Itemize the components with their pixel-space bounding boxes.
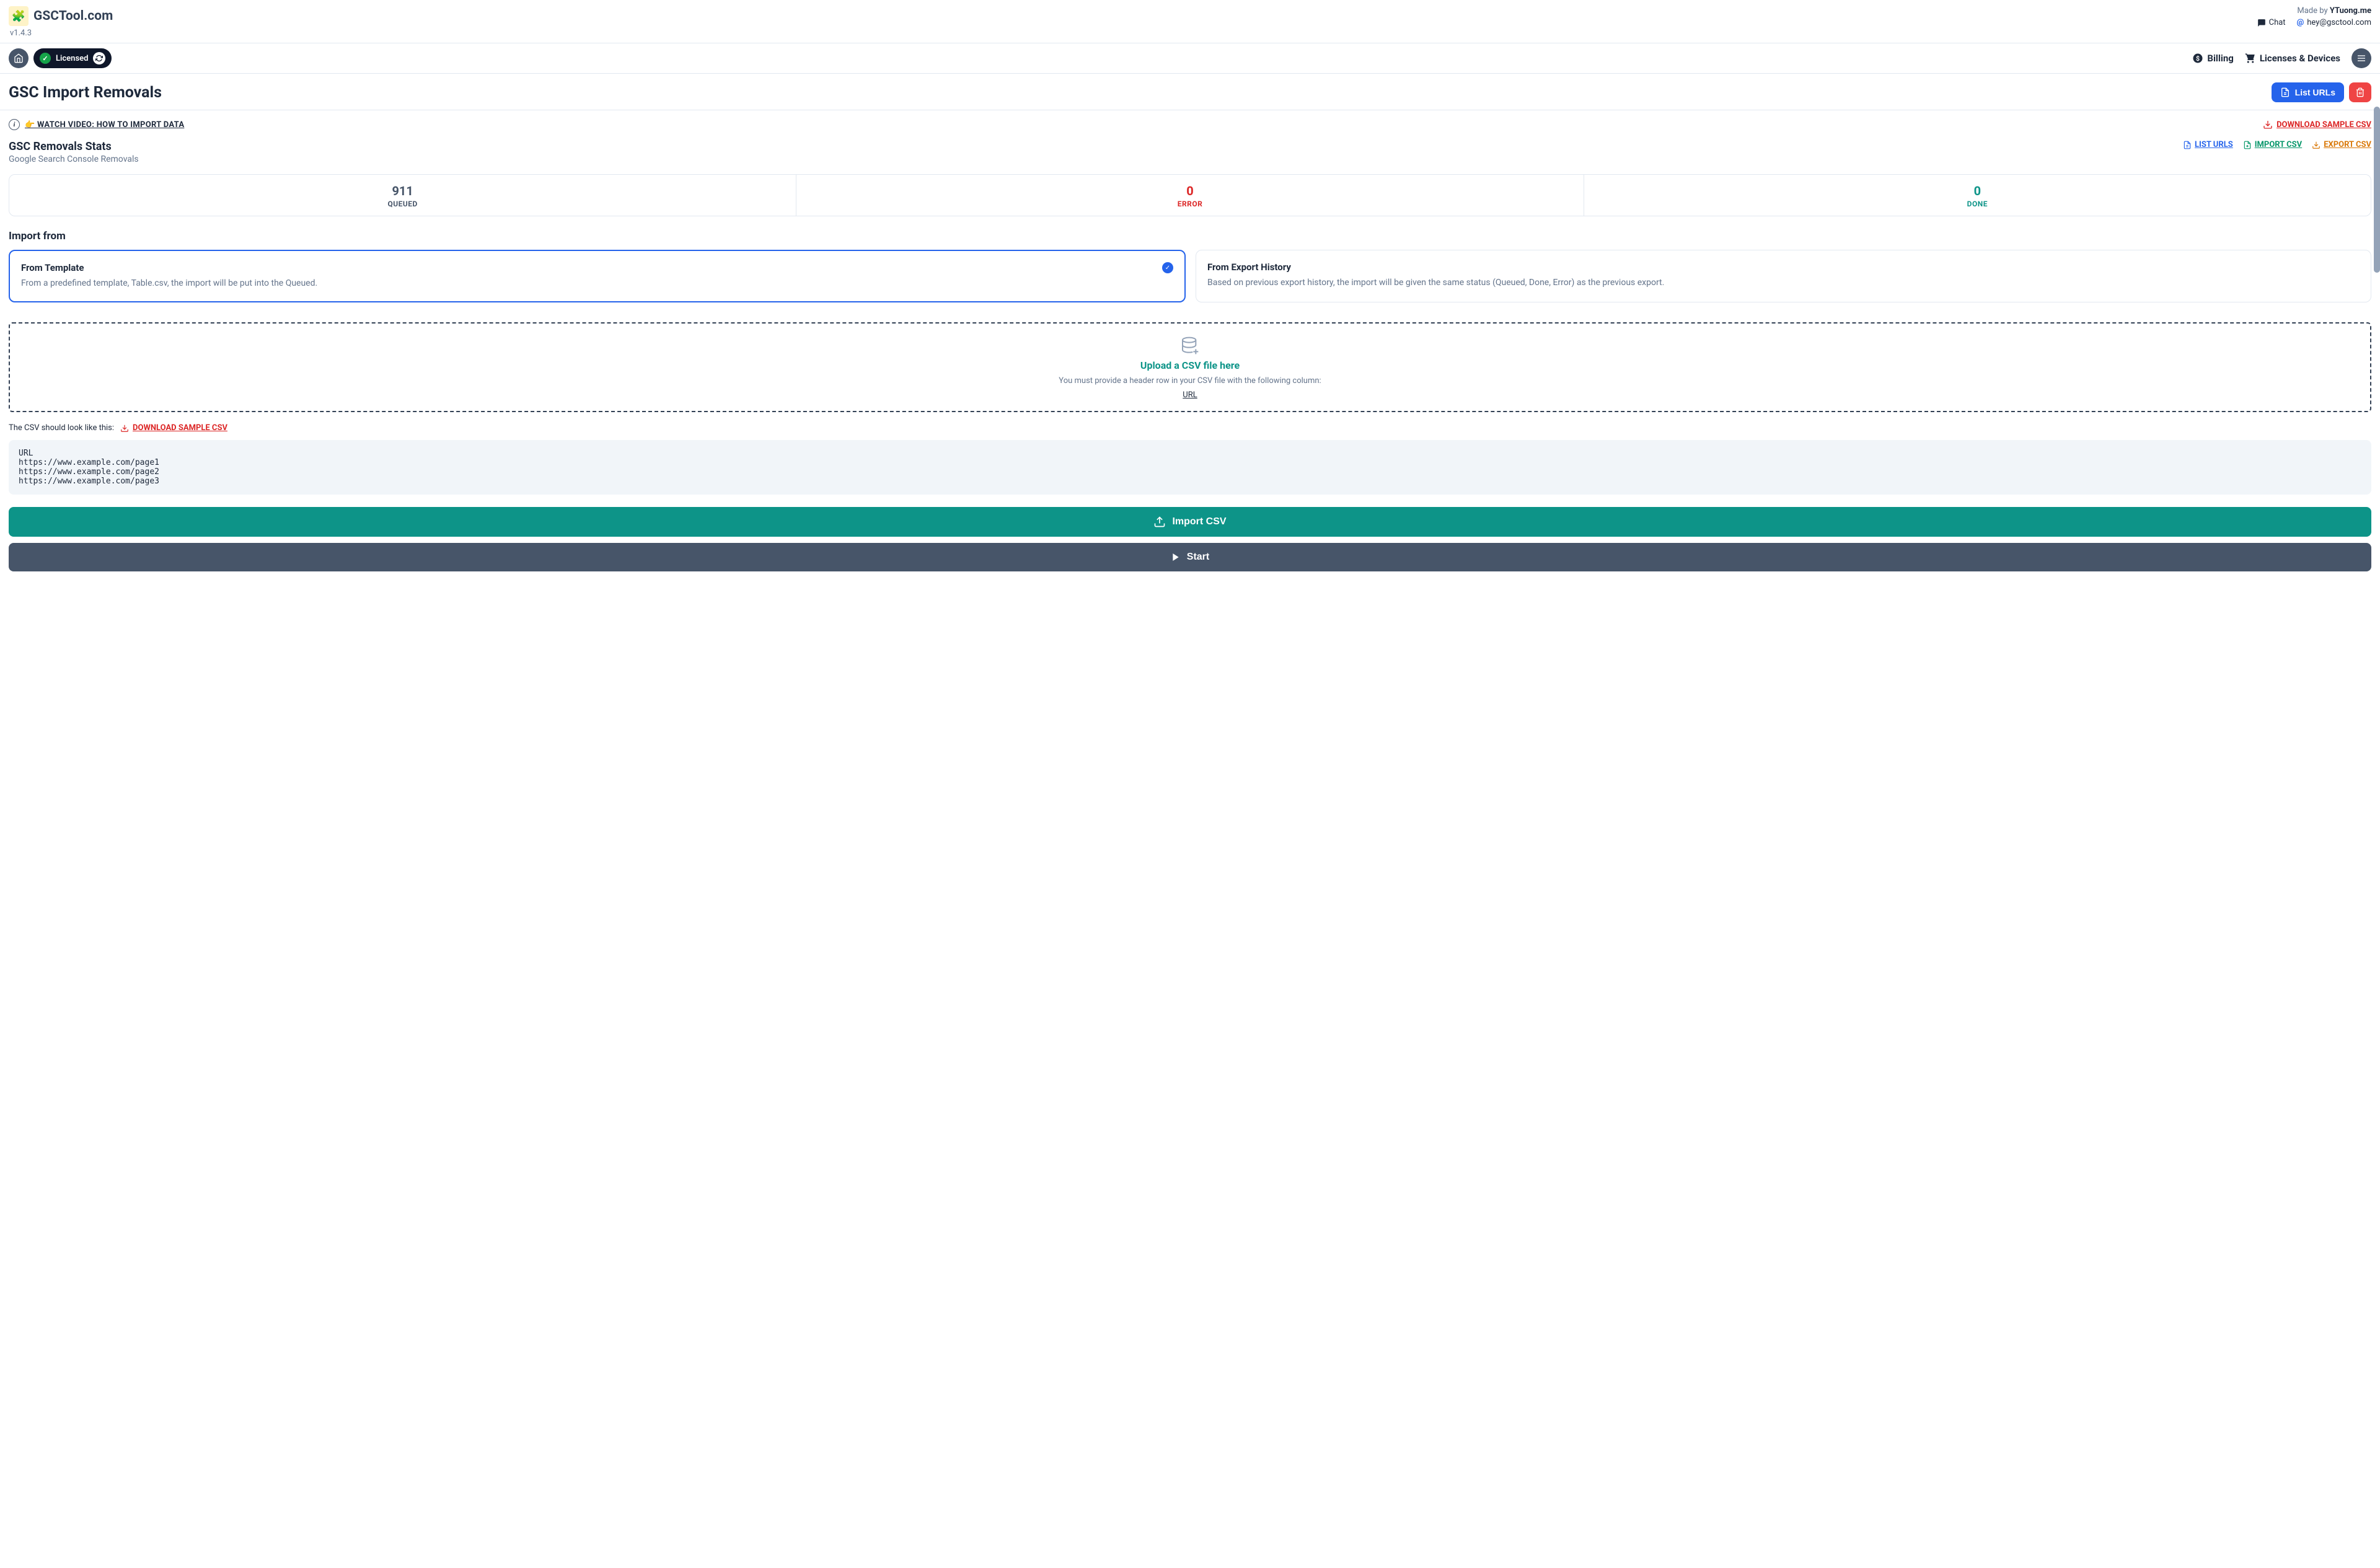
- home-icon: [14, 53, 24, 63]
- play-icon: [1171, 552, 1181, 562]
- brand-logo: 🧩: [9, 6, 29, 26]
- page-title: GSC Import Removals: [9, 84, 162, 102]
- stat-done: 0 DONE: [1584, 175, 2371, 216]
- watch-video-link[interactable]: 👉 WATCH VIDEO: HOW TO IMPORT DATA: [25, 120, 184, 130]
- email-link[interactable]: @ hey@gsctool.com: [2297, 18, 2371, 27]
- option-from-export-history[interactable]: From Export History Based on previous ex…: [1196, 250, 2371, 302]
- stats-subtitle: Google Search Console Removals: [9, 154, 139, 164]
- stats-import-csv-link[interactable]: IMPORT CSV: [2243, 140, 2302, 149]
- chat-icon: [2257, 19, 2266, 27]
- file-icon: [2280, 87, 2290, 97]
- dropzone-title: Upload a CSV file here: [10, 359, 2370, 371]
- csv-example-code: URL https://www.example.com/page1 https:…: [9, 440, 2371, 495]
- svg-text:$: $: [2196, 55, 2200, 63]
- scrollbar[interactable]: [2374, 107, 2380, 273]
- stats-title: GSC Removals Stats: [9, 140, 139, 153]
- trash-icon: [2355, 87, 2365, 97]
- dropzone-column: URL: [1183, 390, 1197, 400]
- stats-row: 911 QUEUED 0 ERROR 0 DONE: [9, 174, 2371, 216]
- licensed-pill[interactable]: ✓ Licensed: [33, 48, 112, 68]
- made-by: Made by YTuong.me: [2257, 6, 2371, 15]
- download-icon: [120, 424, 129, 433]
- licenses-link[interactable]: Licenses & Devices: [2245, 53, 2340, 64]
- delete-button[interactable]: [2349, 82, 2371, 102]
- menu-button[interactable]: [2351, 48, 2371, 68]
- home-button[interactable]: [9, 48, 29, 68]
- option-from-template[interactable]: From Template From a predefined template…: [9, 250, 1186, 302]
- import-from-title: Import from: [0, 216, 2380, 247]
- billing-link[interactable]: $ Billing: [2192, 53, 2233, 64]
- import-csv-button[interactable]: Import CSV: [9, 507, 2371, 537]
- import-icon: [1153, 516, 1166, 528]
- info-icon: i: [9, 119, 20, 130]
- csv-dropzone[interactable]: Upload a CSV file here You must provide …: [9, 322, 2371, 412]
- download-sample-link-bottom[interactable]: DOWNLOAD SAMPLE CSV: [120, 423, 227, 433]
- at-icon: @: [2297, 18, 2304, 27]
- brand-title: GSCTool.com: [33, 9, 113, 24]
- check-icon: ✓: [1162, 262, 1173, 273]
- version-label: v1.4.3: [9, 29, 113, 38]
- dollar-icon: $: [2192, 53, 2203, 64]
- list-urls-button[interactable]: List URLs: [2272, 82, 2344, 102]
- file-icon: [2183, 141, 2192, 149]
- chat-link[interactable]: Chat: [2257, 18, 2286, 27]
- stats-list-urls-link[interactable]: LIST URLS: [2183, 140, 2233, 149]
- download-sample-link-top[interactable]: DOWNLOAD SAMPLE CSV: [2263, 120, 2371, 130]
- dropzone-desc: You must provide a header row in your CS…: [10, 376, 2370, 385]
- refresh-icon[interactable]: [93, 52, 105, 64]
- start-button[interactable]: Start: [9, 543, 2371, 571]
- file-plus-icon: [2243, 141, 2252, 149]
- cart-icon: [2245, 53, 2256, 64]
- stat-queued: 911 QUEUED: [9, 175, 796, 216]
- download-icon: [2263, 120, 2273, 130]
- pointing-hand-icon: 👉: [25, 120, 37, 130]
- csv-example-prefix: The CSV should look like this:: [9, 423, 114, 433]
- hamburger-icon: [2356, 53, 2366, 63]
- check-circle-icon: ✓: [40, 53, 51, 64]
- stat-error: 0 ERROR: [796, 175, 1584, 216]
- download-icon: [2312, 141, 2320, 149]
- database-plus-icon: [1180, 336, 1200, 356]
- stats-export-csv-link[interactable]: EXPORT CSV: [2312, 140, 2371, 149]
